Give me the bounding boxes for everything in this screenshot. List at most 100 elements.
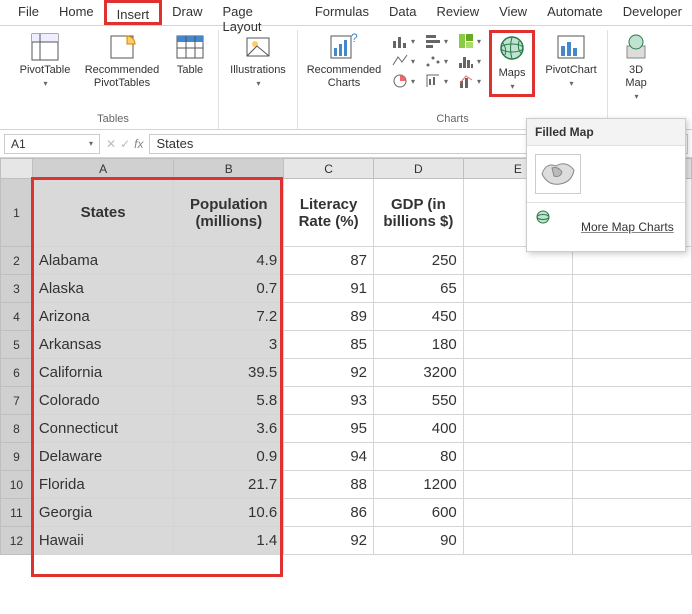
cell[interactable]: Georgia [32, 499, 174, 527]
cell[interactable] [572, 415, 691, 443]
pie-chart-button[interactable]: ▾ [390, 72, 417, 90]
cell[interactable]: 3.6 [174, 415, 284, 443]
enter-formula-icon[interactable]: ✓ [120, 137, 130, 151]
menu-developer[interactable]: Developer [613, 0, 692, 25]
hierarchy-chart-button[interactable]: ▾ [456, 32, 483, 50]
cell[interactable]: 3 [174, 331, 284, 359]
menu-formulas[interactable]: Formulas [305, 0, 379, 25]
cell[interactable]: Arizona [32, 303, 174, 331]
cell[interactable]: 94 [284, 443, 374, 471]
cell[interactable] [572, 275, 691, 303]
cell[interactable] [463, 527, 572, 555]
pivotchart-button[interactable]: PivotChart▾ [541, 30, 601, 91]
column-chart-button[interactable]: ▾ [390, 32, 417, 50]
filled-map-option[interactable] [535, 154, 581, 194]
cell[interactable]: Colorado [32, 387, 174, 415]
cell[interactable]: Delaware [32, 443, 174, 471]
col-header-b[interactable]: B [174, 159, 284, 179]
col-header-d[interactable]: D [374, 159, 464, 179]
cell[interactable]: 250 [374, 247, 464, 275]
cell[interactable]: Florida [32, 471, 174, 499]
row-header[interactable]: 2 [1, 247, 33, 275]
cell[interactable] [463, 443, 572, 471]
cell[interactable]: 550 [374, 387, 464, 415]
cell[interactable]: 3200 [374, 359, 464, 387]
cell[interactable]: Arkansas [32, 331, 174, 359]
cell[interactable]: Alabama [32, 247, 174, 275]
cell[interactable]: 92 [284, 527, 374, 555]
line-chart-button[interactable]: ▾ [390, 52, 417, 70]
cell[interactable]: Hawaii [32, 527, 174, 555]
cell[interactable]: 39.5 [174, 359, 284, 387]
menu-view[interactable]: View [489, 0, 537, 25]
cell[interactable]: 21.7 [174, 471, 284, 499]
cell[interactable]: 93 [284, 387, 374, 415]
name-box[interactable]: A1▾ [4, 134, 100, 154]
recommended-charts-button[interactable]: ? Recommended Charts [304, 30, 384, 92]
cell-c1[interactable]: Literacy Rate (%) [284, 179, 374, 247]
col-header-a[interactable]: A [32, 159, 174, 179]
3d-map-button[interactable]: 3D Map▾ [614, 30, 658, 104]
cell[interactable] [572, 387, 691, 415]
cell[interactable]: 7.2 [174, 303, 284, 331]
bar-chart-button[interactable]: ▾ [423, 32, 450, 50]
cell[interactable]: 400 [374, 415, 464, 443]
recommended-pivottables-button[interactable]: Recommended PivotTables [82, 30, 162, 92]
cell[interactable] [572, 471, 691, 499]
fx-icon[interactable]: fx [134, 137, 143, 151]
menu-file[interactable]: File [8, 0, 49, 25]
cell[interactable]: 65 [374, 275, 464, 303]
cell[interactable]: 10.6 [174, 499, 284, 527]
illustrations-button[interactable]: Illustrations▾ [225, 30, 291, 91]
cell[interactable]: 95 [284, 415, 374, 443]
surface-chart-button[interactable]: ▾ [423, 72, 450, 90]
cell[interactable]: 89 [284, 303, 374, 331]
cell[interactable]: 91 [284, 275, 374, 303]
cell-a1[interactable]: States [32, 179, 174, 247]
row-header[interactable]: 10 [1, 471, 33, 499]
cell[interactable]: 90 [374, 527, 464, 555]
cancel-formula-icon[interactable]: ✕ [106, 137, 116, 151]
more-map-charts-button[interactable]: More Map Charts [527, 202, 685, 251]
row-header[interactable]: 7 [1, 387, 33, 415]
cell[interactable]: 86 [284, 499, 374, 527]
cell[interactable] [572, 499, 691, 527]
cell[interactable]: Connecticut [32, 415, 174, 443]
menu-page-layout[interactable]: Page Layout [213, 0, 305, 25]
cell[interactable]: 80 [374, 443, 464, 471]
cell[interactable]: California [32, 359, 174, 387]
row-header[interactable]: 11 [1, 499, 33, 527]
cell[interactable] [463, 331, 572, 359]
cell-b1[interactable]: Population (millions) [174, 179, 284, 247]
menu-home[interactable]: Home [49, 0, 104, 25]
cell[interactable] [572, 359, 691, 387]
row-header[interactable]: 8 [1, 415, 33, 443]
cell[interactable]: 87 [284, 247, 374, 275]
row-header[interactable]: 6 [1, 359, 33, 387]
cell[interactable] [572, 527, 691, 555]
cell[interactable]: 0.7 [174, 275, 284, 303]
row-header[interactable]: 12 [1, 527, 33, 555]
cell[interactable]: Alaska [32, 275, 174, 303]
menu-insert[interactable]: Insert [104, 0, 163, 25]
cell[interactable]: 88 [284, 471, 374, 499]
maps-button[interactable]: Maps▾ [489, 30, 535, 97]
menu-data[interactable]: Data [379, 0, 426, 25]
cell[interactable]: 450 [374, 303, 464, 331]
menu-automate[interactable]: Automate [537, 0, 613, 25]
select-all-corner[interactable] [1, 159, 33, 179]
menu-review[interactable]: Review [427, 0, 490, 25]
col-header-c[interactable]: C [284, 159, 374, 179]
cell[interactable] [463, 387, 572, 415]
cell[interactable]: 1200 [374, 471, 464, 499]
row-header-1[interactable]: 1 [1, 179, 33, 247]
row-header[interactable]: 4 [1, 303, 33, 331]
row-header[interactable]: 5 [1, 331, 33, 359]
area-chart-button[interactable]: ▾ [423, 52, 450, 70]
cell[interactable]: 5.8 [174, 387, 284, 415]
statistic-chart-button[interactable]: ▾ [456, 52, 483, 70]
cell[interactable] [463, 415, 572, 443]
cell[interactable]: 4.9 [174, 247, 284, 275]
cell[interactable] [463, 275, 572, 303]
cell[interactable]: 92 [284, 359, 374, 387]
